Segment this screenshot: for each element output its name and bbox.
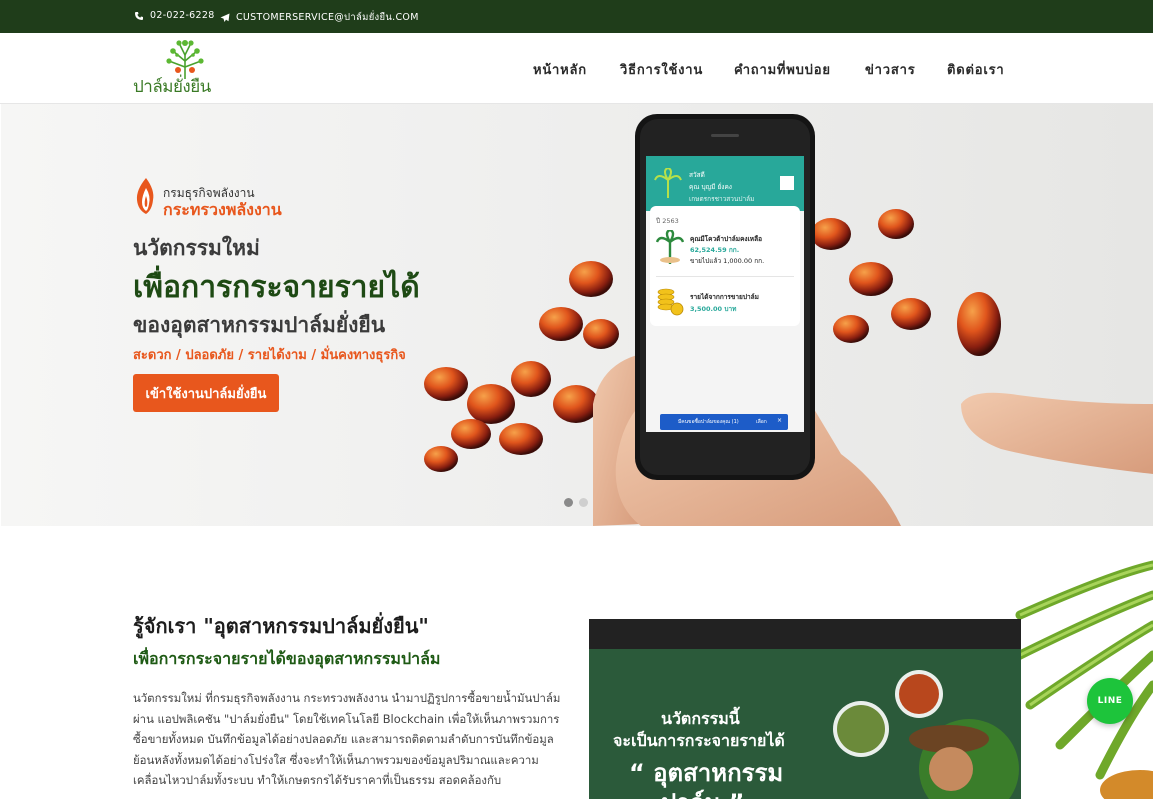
site-header: ปาล์มยั่งยืน หน้าหลัก วิธีการใช้งาน คำถา… [0, 33, 1153, 104]
phone-icon [135, 11, 143, 20]
nav-contact[interactable]: ติดต่อเรา [947, 59, 1004, 80]
about-subtitle: เพื่อการกระจายรายได้ของอุตสาหกรรมปาล์ม [133, 649, 441, 668]
ministry-logo: กรมธุรกิจพลังงาน กระทรวงพลังงาน [133, 176, 343, 220]
nav-news[interactable]: ข่าวสาร [865, 59, 916, 80]
app-summary-card: ปี 2563 คุณมีโควต้าปาล์มคงเหลือ 62,524.5… [650, 206, 800, 326]
nav-home[interactable]: หน้าหลัก [533, 59, 587, 80]
video-caption-line2: จะเป็นการกระจายรายได้ [613, 731, 785, 750]
paper-plane-icon [220, 13, 230, 22]
intro-video[interactable]: นวัตกรรมนี้ จะเป็นการกระจายรายได้ “ อุตส… [589, 619, 1021, 799]
nav-faq[interactable]: คำถามที่พบบ่อย [734, 59, 831, 80]
about-title: รู้จักเรา "อุตสาหกรรมปาล์มยั่งยืน" [133, 614, 429, 638]
palm-icon [654, 168, 682, 198]
flame-emblem-icon [136, 178, 154, 214]
close-icon: × [776, 417, 782, 424]
hero-subtitle-bottom: ของอุตสาหกรรมปาล์มยั่งยืน [133, 313, 386, 337]
slider-dot-1[interactable] [564, 498, 573, 507]
about-body: นวัตกรรมใหม่ ที่กรมธุรกิจพลังงาน กระทรวง… [133, 691, 561, 787]
app-notification-toast: มีคนขอซื้อปาล์มของคุณ (1) เลือก × [660, 414, 788, 430]
slider-pagination [564, 498, 588, 507]
nav-how-to-use[interactable]: วิธีการใช้งาน [620, 59, 703, 80]
site-logo[interactable]: ปาล์มยั่งยืน [133, 39, 237, 99]
hero-subtitle-top: นวัตกรรมใหม่ [133, 236, 260, 260]
email-contact[interactable]: CUSTOMERSERVICE@ปาล์มยั่งยืน.COM [220, 10, 419, 25]
ministry-name: กระทรวงพลังงาน [163, 200, 282, 219]
app-screen-mockup: สวัสดี คุณ บุญมี ยั่งคง เกษตรกรชาวสวนปาล… [646, 156, 804, 432]
coins-icon [657, 288, 684, 316]
hero-title: เพื่อการกระจายรายได้ [133, 270, 420, 305]
phone-number: 02-022-6228 [150, 10, 215, 21]
phone-contact[interactable]: 02-022-6228 [134, 10, 215, 21]
top-contact-bar: 02-022-6228 CUSTOMERSERVICE@ปาล์มยั่งยืน… [0, 0, 1153, 33]
logo-text: ปาล์มยั่งยืน [133, 77, 211, 97]
qr-code-icon [780, 176, 794, 190]
enter-app-button[interactable]: เข้าใช้งานปาล์มยั่งยืน [133, 374, 279, 412]
palm-tree-icon [656, 230, 684, 264]
email-address: CUSTOMERSERVICE@ปาล์มยั่งยืน.COM [236, 12, 419, 23]
line-chat-button[interactable]: LINE [1087, 678, 1133, 724]
line-icon: LINE [1097, 696, 1123, 706]
app-header: สวัสดี คุณ บุญมี ยั่งคง เกษตรกรชาวสวนปาล… [646, 156, 804, 211]
hero-slider: สวัสดี คุณ บุญมี ยั่งคง เกษตรกรชาวสวนปาล… [1, 104, 1153, 526]
video-caption-line4: ปาล์ม ” [661, 783, 744, 799]
slider-dot-2[interactable] [579, 498, 588, 507]
hero-tagline: สะดวก / ปลอดภัย / รายได้งาม / มั่นคงทางธ… [133, 348, 406, 363]
